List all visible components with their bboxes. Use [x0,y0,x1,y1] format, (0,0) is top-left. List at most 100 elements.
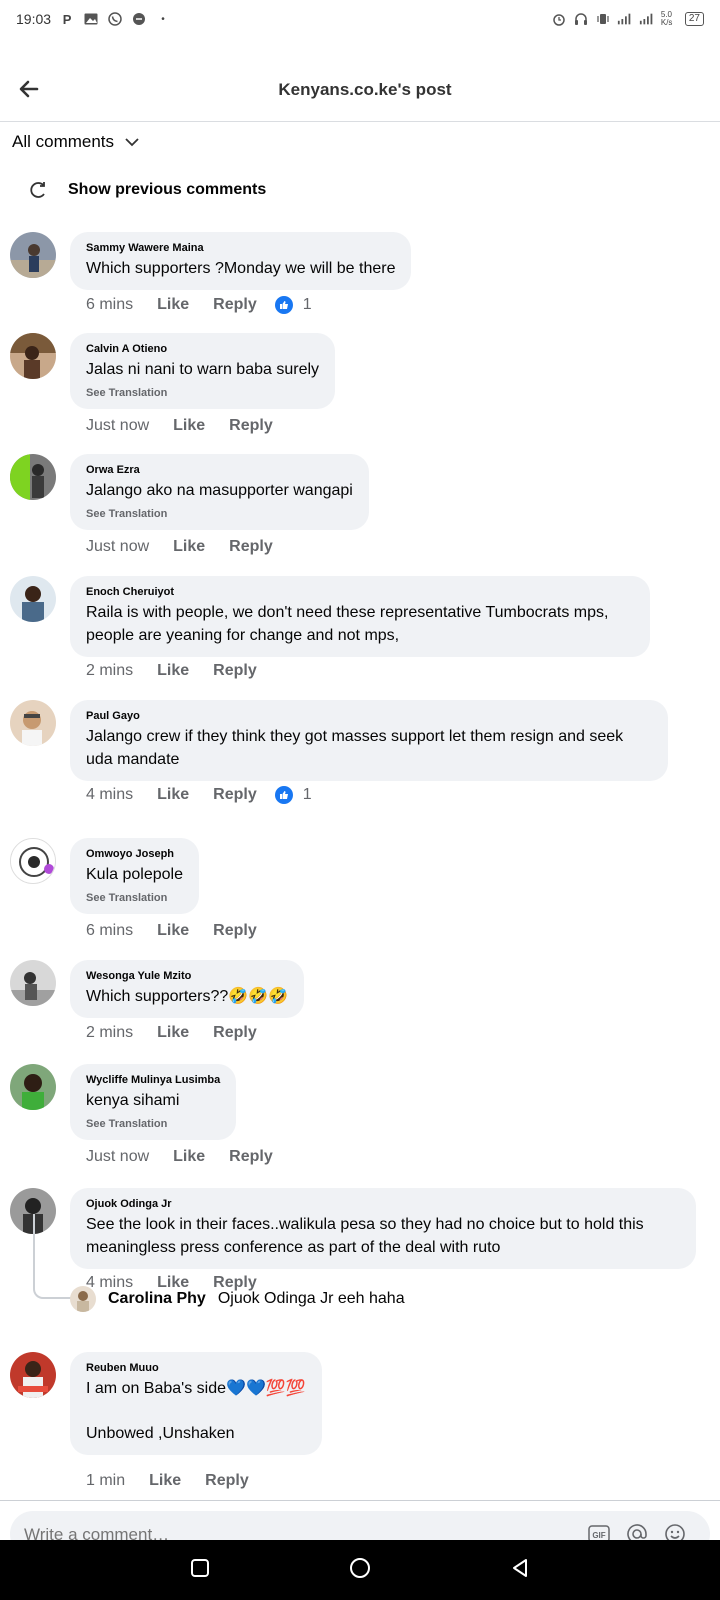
comment-author[interactable]: Reuben Muuo [86,1362,306,1374]
reply-button[interactable]: Reply [229,1148,273,1166]
comment-time[interactable]: 6 mins [86,296,133,314]
comment-text: Which supporters??🤣🤣🤣 [86,988,289,1005]
chevron-down-icon [125,138,139,147]
more-notifications-dot-icon: • [161,13,165,25]
show-previous-comments-button[interactable]: Show previous comments [28,180,266,200]
comment-bubble[interactable]: Enoch Cheruiyot Raila is with people, we… [70,576,650,657]
comment-actions: Just now Like Reply [86,417,273,435]
comment-bubble[interactable]: Wycliffe Mulinya Lusimba kenya sihami Se… [70,1064,237,1140]
like-button[interactable]: Like [173,1148,205,1166]
comment-text: Jalango crew if they think they got mass… [86,728,624,768]
comment-actions: 2 mins Like Reply [86,1024,257,1042]
reply-button[interactable]: Reply [213,786,257,804]
avatar[interactable] [10,960,56,1006]
signal-strength-2-icon [639,12,655,26]
signal-app-icon [131,12,147,26]
p-notification-icon: P [62,11,72,27]
reply-thread-line [33,1214,73,1299]
like-button[interactable]: Like [149,1472,181,1490]
comment-author[interactable]: Calvin A Otieno [86,343,319,355]
comment-actions: 6 mins Like Reply 1 [86,296,312,314]
like-button[interactable]: Like [157,296,189,314]
comment-actions: 1 min Like Reply [86,1472,249,1490]
like-button[interactable]: Like [157,786,189,804]
reply-text: Ojuok Odinga Jr eeh haha [217,1290,405,1307]
reaction-count: 1 [302,296,312,313]
comment-author[interactable]: Omwoyo Joseph [86,848,183,860]
triangle-back-icon [513,1558,528,1577]
avatar[interactable] [10,1352,56,1398]
comment-bubble[interactable]: Wesonga Yule Mzito Which supporters??🤣🤣🤣 [70,960,305,1018]
avatar [70,1286,96,1312]
reply-button[interactable]: Reply [213,296,257,314]
reply-button[interactable]: Reply [229,417,273,435]
avatar[interactable] [10,838,56,884]
comment-time[interactable]: Just now [86,1148,149,1166]
comment-author[interactable]: Orwa Ezra [86,464,353,476]
avatar[interactable] [10,454,56,500]
page-title: Kenyans.co.ke's post [278,80,452,99]
avatar[interactable] [10,333,56,379]
circle-icon [349,1557,370,1578]
app-header: Kenyans.co.ke's post [0,56,720,122]
like-button[interactable]: Like [157,1024,189,1042]
comment-time[interactable]: 1 min [86,1472,125,1490]
avatar[interactable] [10,232,56,278]
comment-author[interactable]: Wesonga Yule Mzito [86,970,288,982]
comment-bubble[interactable]: Sammy Wawere Maina Which supporters ?Mon… [70,232,412,290]
reply-preview[interactable]: Carolina Phy Ojuok Odinga Jr eeh haha [70,1286,405,1312]
comment-bubble[interactable]: Reuben Muuo I am on Baba's side💙💙💯💯 Unbo… [70,1352,322,1455]
see-translation-link[interactable]: See Translation [86,1118,220,1130]
refresh-icon [30,182,45,198]
see-translation-link[interactable]: See Translation [86,892,183,904]
see-translation-link[interactable]: See Translation [86,508,353,520]
comment-text: Raila is with people, we don't need thes… [86,604,609,644]
comment-author[interactable]: Sammy Wawere Maina [86,242,395,254]
status-time: 19:03 [16,11,52,27]
network-speed: 5.0 K/s [660,10,673,27]
reaction-summary[interactable]: 1 [274,786,312,804]
comment-author[interactable]: Paul Gayo [86,710,652,722]
comment-filter-dropdown[interactable]: All comments [12,128,140,156]
reply-button[interactable]: Reply [213,1024,257,1042]
comment-time[interactable]: 6 mins [86,922,133,940]
comment-author[interactable]: Wycliffe Mulinya Lusimba [86,1074,220,1086]
comment-time[interactable]: 2 mins [86,662,133,680]
avatar[interactable] [10,700,56,746]
comment-text: Jalango ako na masupporter wangapi [86,482,353,499]
like-button[interactable]: Like [157,922,189,940]
reply-button[interactable]: Reply [229,538,273,556]
comment-actions: 4 mins Like Reply 1 [86,786,312,804]
system-back-button[interactable] [509,1557,531,1584]
reaction-summary[interactable]: 1 [274,296,312,314]
comment-time[interactable]: 2 mins [86,1024,133,1042]
like-button[interactable]: Like [173,538,205,556]
recent-apps-button[interactable] [189,1557,211,1584]
status-bar: 19:03 P • 5.0 K/s 27 [0,0,720,38]
comment-filter-label: All comments [12,132,115,151]
comment-actions: 6 mins Like Reply [86,922,257,940]
comment-bubble[interactable]: Calvin A Otieno Jalas ni nani to warn ba… [70,333,336,409]
comment-time[interactable]: Just now [86,417,149,435]
gallery-icon [83,12,99,26]
thumbs-up-icon [274,786,293,804]
home-button[interactable] [348,1556,372,1585]
see-translation-link[interactable]: See Translation [86,387,319,399]
comment-bubble[interactable]: Omwoyo Joseph Kula polepole See Translat… [70,838,199,914]
comment-bubble[interactable]: Orwa Ezra Jalango ako na masupporter wan… [70,454,369,530]
avatar[interactable] [10,576,56,622]
comment-author[interactable]: Enoch Cheruiyot [86,586,634,598]
avatar[interactable] [10,1064,56,1110]
comment-time[interactable]: 4 mins [86,786,133,804]
comment-time[interactable]: Just now [86,538,149,556]
comment-text: Which supporters ?Monday we will be ther… [86,260,396,277]
reply-button[interactable]: Reply [213,922,257,940]
reply-button[interactable]: Reply [205,1472,249,1490]
reply-button[interactable]: Reply [213,662,257,680]
like-button[interactable]: Like [157,662,189,680]
comment-bubble[interactable]: Ojuok Odinga Jr See the look in their fa… [70,1188,696,1269]
like-button[interactable]: Like [173,417,205,435]
reply-author[interactable]: Carolina Phy [108,1290,206,1308]
comment-bubble[interactable]: Paul Gayo Jalango crew if they think the… [70,700,668,781]
comment-author[interactable]: Ojuok Odinga Jr [86,1198,680,1210]
